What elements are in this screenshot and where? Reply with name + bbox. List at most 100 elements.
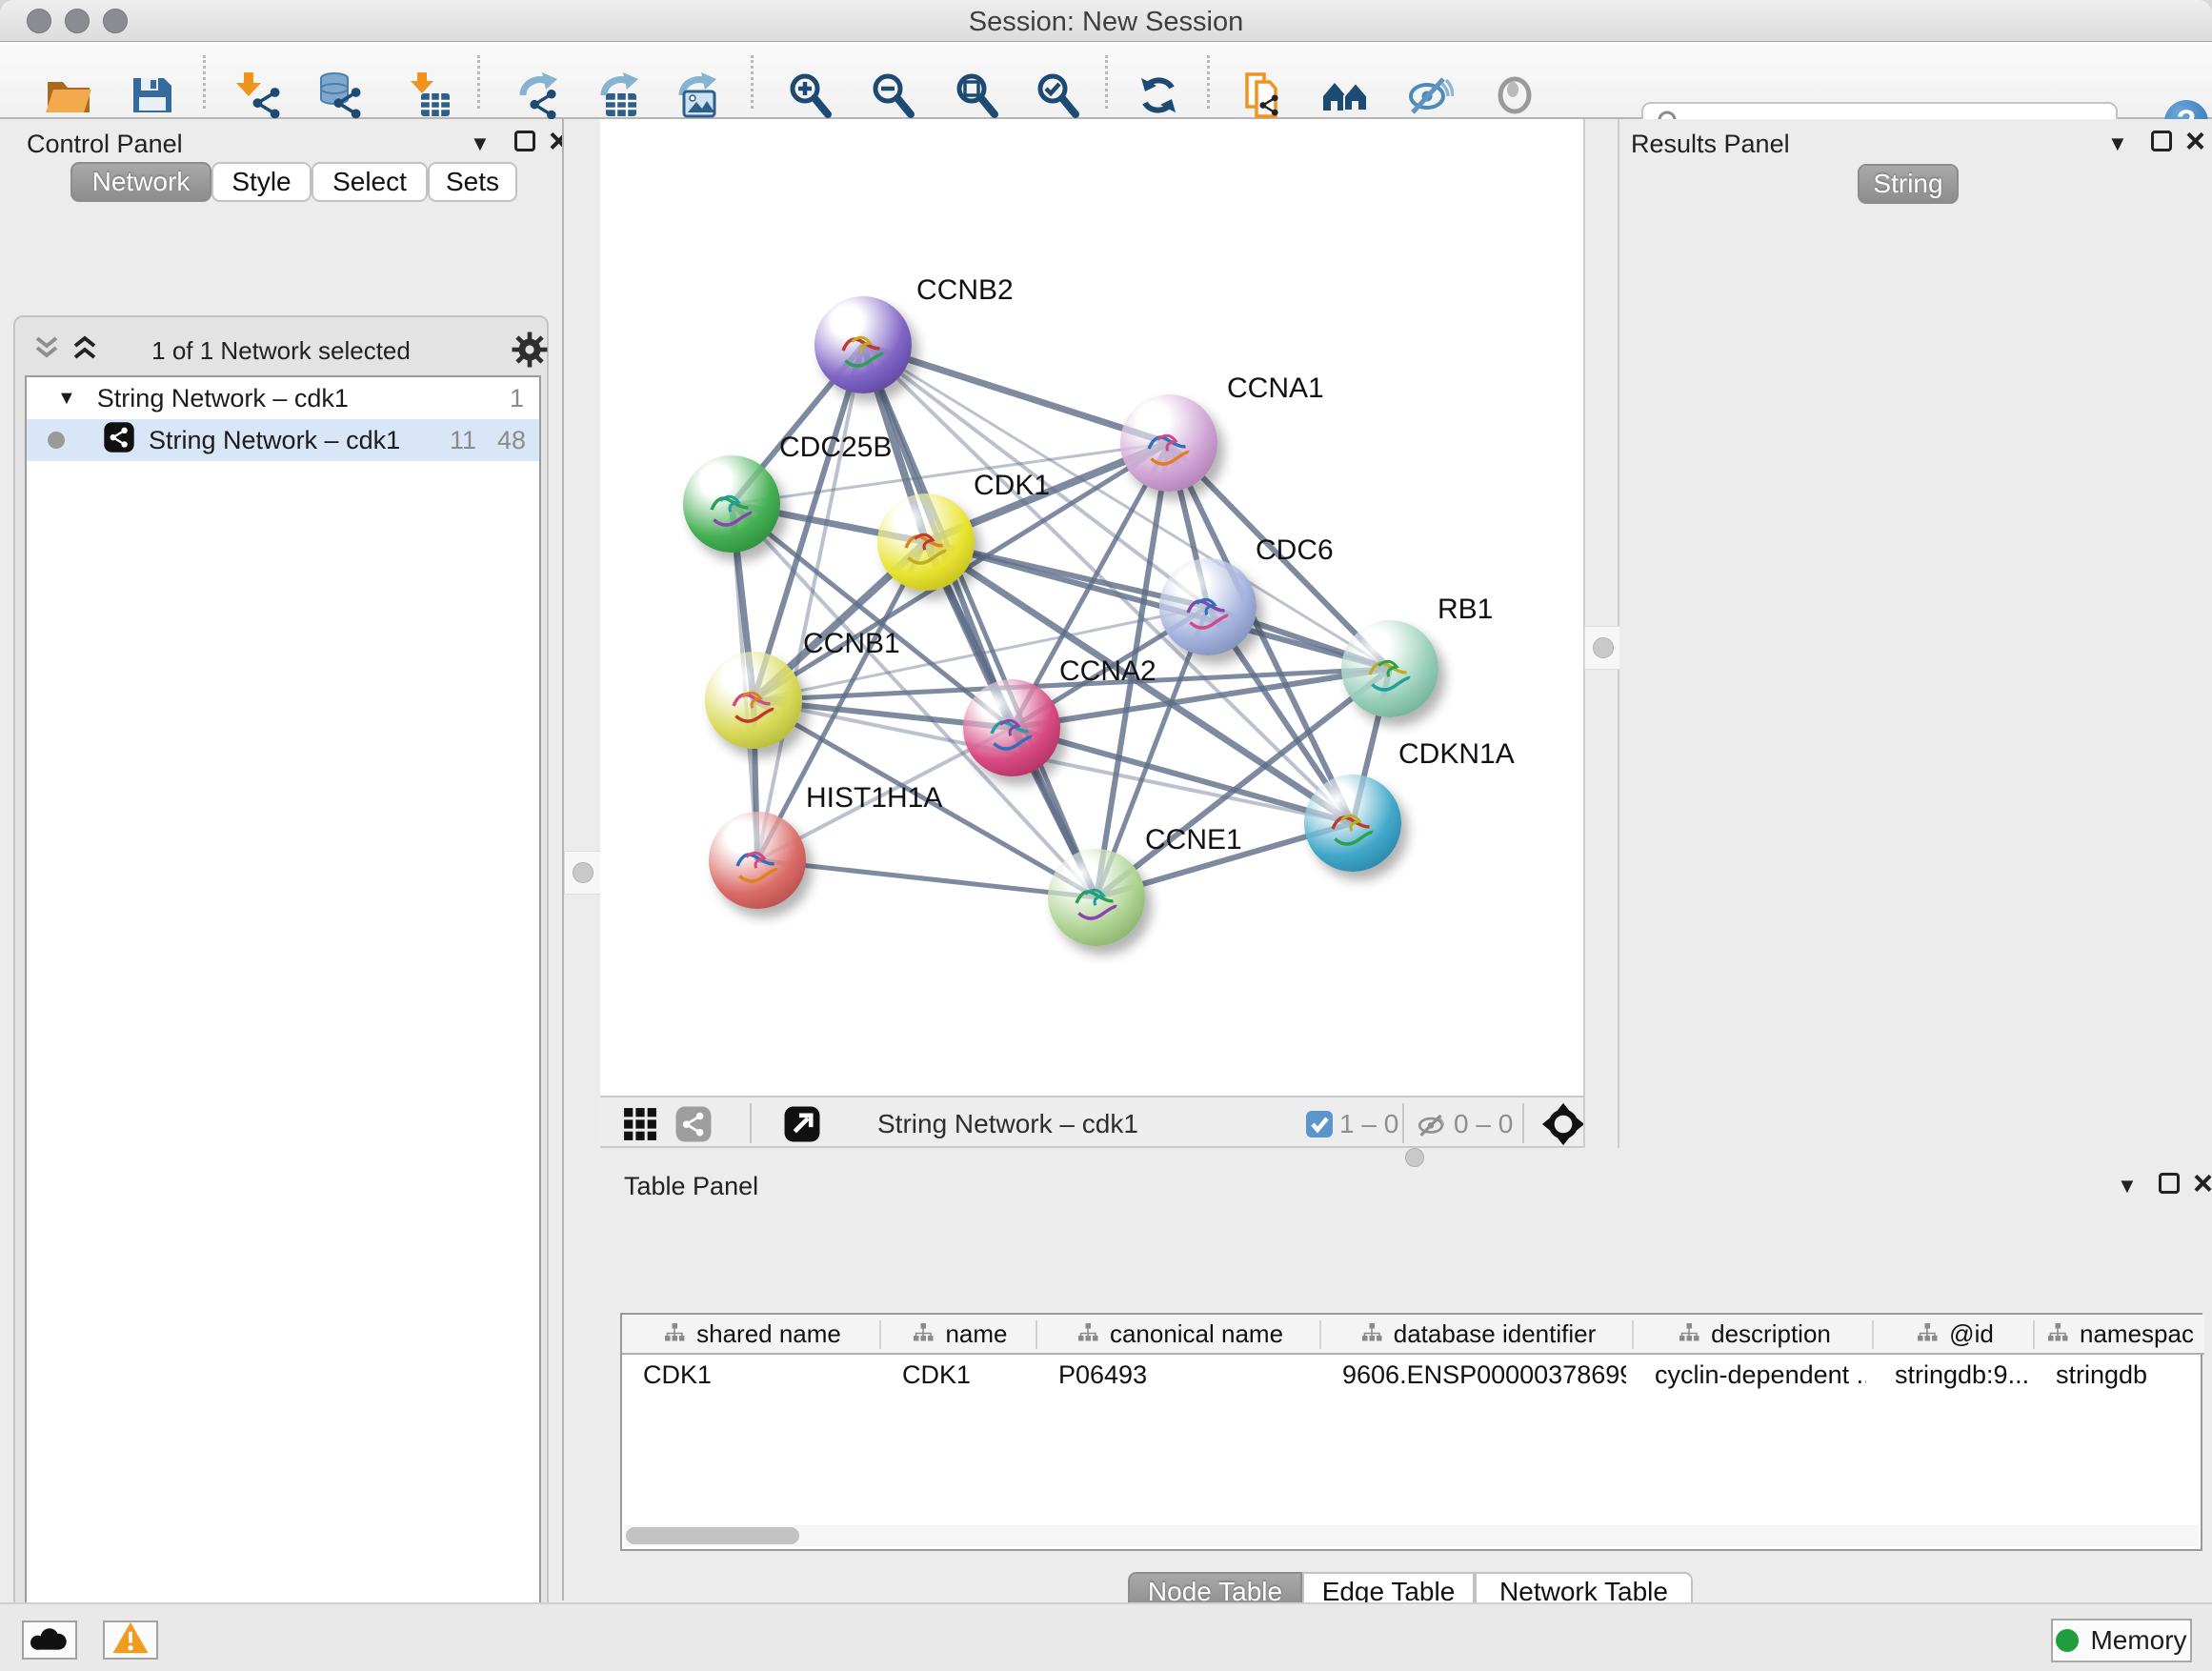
tab-string[interactable]: String (1858, 164, 1959, 204)
node-label-CDC6: CDC6 (1256, 534, 1334, 567)
grid-view-button[interactable] (621, 1105, 659, 1148)
table-horizontal-scrollbar[interactable] (624, 1525, 2199, 1546)
panel-menu-icon[interactable]: ▼ (470, 131, 491, 156)
zoom-in-icon (785, 70, 835, 125)
panel-menu-icon[interactable]: ▼ (2117, 1174, 2138, 1198)
network-canvas[interactable]: CCNB2 CCNA1 CDC25B CDK1 CDC6 RB1 CCNB1 C… (600, 119, 1583, 1096)
export-table-icon (593, 70, 642, 125)
column-header-shared-name[interactable]: shared name (622, 1315, 881, 1355)
cloud-button[interactable] (22, 1621, 77, 1660)
protein-structure-thumbnail (722, 833, 793, 899)
separator (1402, 1103, 1404, 1143)
tab-network[interactable]: Network (70, 162, 211, 202)
control-panel-title: Control Panel (27, 130, 183, 159)
tab-select[interactable]: Select (312, 162, 428, 202)
export-network-button[interactable] (510, 70, 563, 124)
table-cell[interactable]: P06493 (1058, 1360, 1314, 1390)
float-panel-icon[interactable] (2151, 131, 2172, 156)
column-header-name[interactable]: name (881, 1315, 1037, 1355)
scrollbar-thumb[interactable] (626, 1527, 799, 1544)
graphics-details-button[interactable] (1402, 70, 1456, 124)
network-node-RB1[interactable] (1341, 620, 1438, 717)
warning-icon (111, 1621, 150, 1660)
float-panel-icon[interactable] (514, 131, 535, 156)
refresh-button[interactable] (1132, 70, 1185, 124)
table-panel: Table Panel ▼ × f(x) shared namenamecano… (600, 1167, 2212, 1601)
network-node-CCNE1[interactable] (1048, 849, 1145, 946)
network-node-CCNB2[interactable] (814, 296, 912, 393)
left-splitter-handle[interactable] (564, 851, 602, 895)
application-window: Session: New Session ? Control Panel (0, 0, 2212, 1671)
import-network-database-button[interactable] (312, 70, 365, 124)
export-table-button[interactable] (591, 70, 644, 124)
network-node-CDK1[interactable] (877, 493, 975, 591)
save-session-button[interactable] (126, 70, 179, 124)
table-cell[interactable]: 9606.ENSP00000378699 (1342, 1360, 1626, 1390)
cloud-icon (29, 1622, 70, 1658)
export-image-icon (671, 70, 720, 125)
node-label-HIST1H1A: HIST1H1A (806, 782, 942, 815)
close-panel-icon[interactable]: × (2185, 131, 2205, 151)
table-cell[interactable]: cyclin-dependent ... (1655, 1360, 1866, 1390)
column-header-canonical-name[interactable]: canonical name (1037, 1315, 1321, 1355)
protein-structure-thumbnail (696, 476, 767, 543)
network-node-CDC25B[interactable] (683, 455, 780, 553)
zoom-fit-button[interactable] (950, 70, 1003, 124)
selected-checkbox-icon[interactable] (1305, 1110, 1334, 1143)
open-session-button[interactable] (42, 70, 95, 124)
zoom-selected-button[interactable] (1031, 70, 1084, 124)
node-label-CCNA1: CCNA1 (1227, 372, 1324, 405)
column-header-namespac[interactable]: namespac (2035, 1315, 2204, 1355)
column-header-description[interactable]: description (1634, 1315, 1874, 1355)
right-splitter-handle[interactable] (1584, 626, 1622, 670)
selected-count-badge: 1 – 0 (1339, 1109, 1398, 1139)
eye-slash-icon (1404, 70, 1454, 125)
network-node-CDC6[interactable] (1159, 558, 1257, 655)
left-panel-splitter[interactable] (562, 119, 600, 1601)
hidden-eye-icon[interactable] (1414, 1108, 1448, 1145)
network-collection-row[interactable]: ▼ String Network – cdk1 1 (27, 377, 539, 419)
panel-menu-icon[interactable]: ▼ (2107, 131, 2128, 156)
import-network-icon (232, 70, 282, 125)
export-network-icon (512, 70, 561, 125)
home-button[interactable] (1318, 70, 1372, 124)
network-list-options-button[interactable] (511, 331, 549, 373)
tab-sets[interactable]: Sets (428, 162, 517, 202)
detach-view-button[interactable] (783, 1105, 821, 1148)
zoom-out-button[interactable] (866, 70, 919, 124)
network-from-file-button[interactable] (1238, 70, 1292, 124)
network-node-CCNA1[interactable] (1120, 394, 1217, 492)
bottom-splitter-handle[interactable] (1405, 1148, 1424, 1167)
collection-caret-icon[interactable]: ▼ (57, 388, 76, 410)
network-row-selected[interactable]: String Network – cdk1 11 48 (27, 419, 539, 461)
title-bar[interactable]: Session: New Session (0, 0, 2212, 42)
network-node-CCNB1[interactable] (705, 652, 802, 749)
gray-eye-icon (1490, 70, 1539, 125)
birds-eye-toggle-button[interactable] (1541, 1102, 1585, 1151)
level-of-detail-button[interactable] (1488, 70, 1541, 124)
network-node-CDKN1A[interactable] (1304, 775, 1401, 872)
column-header-database-identifier[interactable]: database identifier (1321, 1315, 1634, 1355)
warnings-button[interactable] (103, 1621, 158, 1660)
current-network-dot-icon (48, 432, 65, 449)
import-table-button[interactable] (402, 70, 455, 124)
float-panel-icon[interactable] (2159, 1173, 2180, 1198)
network-edge-count: 48 (497, 426, 526, 455)
network-node-CCNA2[interactable] (963, 679, 1060, 776)
export-image-button[interactable] (669, 70, 722, 124)
close-panel-icon[interactable]: × (2193, 1173, 2212, 1194)
table-cell[interactable]: CDK1 (902, 1360, 1030, 1390)
tab-style[interactable]: Style (211, 162, 312, 202)
zoom-in-button[interactable] (783, 70, 836, 124)
network-node-HIST1H1A[interactable] (709, 812, 806, 909)
column-header--id[interactable]: @id (1874, 1315, 2035, 1355)
table-cell[interactable]: CDK1 (643, 1360, 874, 1390)
import-network-file-button[interactable] (231, 70, 284, 124)
table-cell[interactable]: stringdb:9... (1895, 1360, 2027, 1390)
node-label-CCNE1: CCNE1 (1145, 824, 1242, 856)
memory-button[interactable]: Memory (2051, 1619, 2192, 1662)
results-panel-title: Results Panel (1631, 130, 1790, 159)
collection-label: String Network – cdk1 (97, 384, 349, 413)
table-cell[interactable]: stringdb (2056, 1360, 2197, 1390)
network-view-title: String Network – cdk1 (877, 1109, 1138, 1139)
